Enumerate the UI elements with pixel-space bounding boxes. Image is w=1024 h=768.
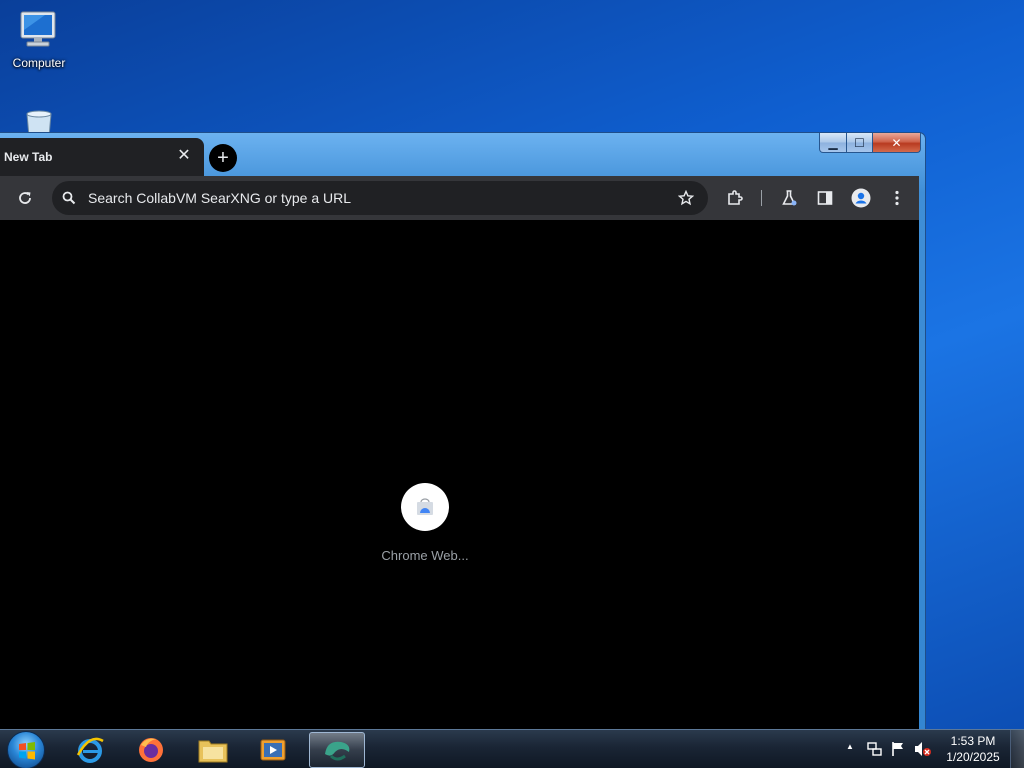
taskbar-chrome[interactable] [309, 732, 365, 768]
plus-icon: + [217, 146, 229, 169]
reload-icon [19, 192, 31, 204]
more-vert-icon [895, 190, 899, 206]
file-explorer-icon [198, 740, 228, 763]
chrome-web-store-icon [417, 498, 433, 515]
page-content: Chrome Web... [0, 220, 919, 730]
desktop-icon-computer[interactable]: Computer [1, 8, 77, 70]
browser-toolbar: Search CollabVM SearXNG or type a URL [0, 176, 919, 220]
computer-label: Computer [12, 56, 66, 70]
media-player-icon [260, 739, 286, 761]
windows-logo-icon [19, 742, 35, 760]
reload-button[interactable] [11, 184, 39, 212]
profile-avatar-icon [851, 188, 871, 208]
toolbar-separator [761, 190, 762, 206]
system-clock[interactable]: 1:53 PM 1/20/2025 [940, 733, 1006, 765]
side-panel-button[interactable] [811, 184, 839, 212]
side-panel-icon [817, 191, 833, 205]
internet-explorer-icon [76, 737, 104, 763]
labs-button[interactable] [775, 184, 803, 212]
taskbar-firefox[interactable] [123, 732, 179, 768]
bookmark-star-icon[interactable] [678, 190, 694, 206]
computer-icon [15, 8, 63, 52]
address-bar[interactable]: Search CollabVM SearXNG or type a URL [52, 181, 708, 215]
show-desktop-button[interactable] [1010, 730, 1024, 768]
taskbar-internet-explorer[interactable] [62, 732, 118, 768]
taskbar-media-player[interactable] [245, 732, 301, 768]
tab-title: New Tab [4, 150, 53, 164]
show-hidden-icons-button[interactable]: ▲ [846, 738, 854, 752]
profile-button[interactable] [847, 184, 875, 212]
loading-spinner [401, 483, 449, 531]
tab-strip: New Tab ✕ + [0, 138, 918, 176]
volume-muted-icon[interactable] [914, 741, 932, 757]
address-bar-placeholder: Search CollabVM SearXNG or type a URL [88, 190, 351, 206]
clock-time: 1:53 PM [950, 734, 996, 748]
action-center-flag-icon[interactable] [891, 741, 905, 757]
network-icon[interactable] [866, 741, 882, 757]
flask-icon [782, 190, 797, 206]
firefox-icon [139, 738, 163, 762]
tab-new-tab[interactable]: New Tab ✕ [0, 138, 204, 176]
loading-label: Chrome Web... [381, 548, 469, 563]
extensions-button[interactable] [721, 184, 749, 212]
puzzle-piece-icon [728, 190, 743, 205]
new-tab-button[interactable]: + [209, 144, 237, 172]
chrome-icon [325, 741, 350, 761]
search-icon [62, 191, 76, 205]
tab-close-icon[interactable]: ✕ [176, 148, 192, 164]
browser-window: ▁ ☐ ✕ New Tab ✕ + Search CollabVM SearXN… [0, 132, 926, 730]
tray-expand-icon: ▲ [846, 742, 854, 751]
start-button[interactable] [7, 731, 45, 768]
clock-date: 1/20/2025 [946, 750, 1000, 764]
taskbar-file-explorer[interactable] [185, 732, 241, 768]
taskbar: ▲ 1:53 PM 1/20/2025 [0, 729, 1024, 768]
menu-button[interactable] [883, 184, 911, 212]
